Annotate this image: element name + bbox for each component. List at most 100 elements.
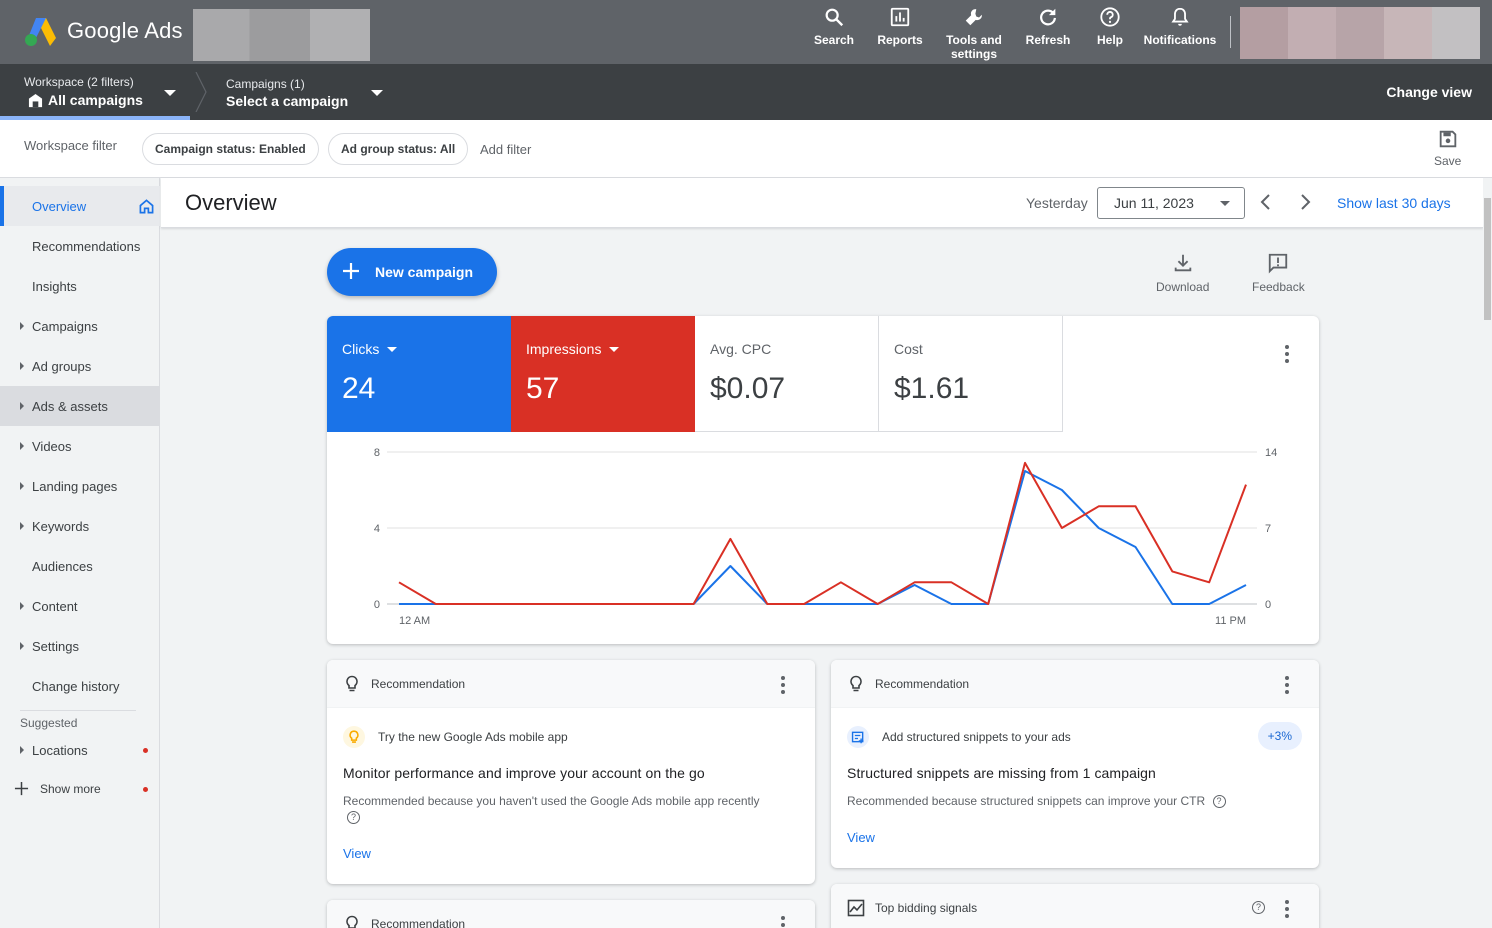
- user-account-redacted[interactable]: [1240, 7, 1480, 59]
- expand-arrow-icon: [20, 482, 24, 490]
- sidebar-item-keywords[interactable]: Keywords: [0, 506, 160, 546]
- plus-icon: [14, 781, 29, 796]
- recommendation-row: Add structured snippets to your ads: [847, 726, 1071, 748]
- refresh-icon: [1040, 8, 1056, 26]
- card-header: Recommendation: [327, 660, 815, 708]
- breadcrumb-chevron-icon: [195, 72, 207, 112]
- metric-clicks[interactable]: Clicks 24: [327, 316, 511, 432]
- expand-arrow-icon: [20, 522, 24, 530]
- y-right-tick-label: 14: [1265, 447, 1277, 459]
- more-options-icon[interactable]: [781, 676, 785, 694]
- campaign-dropdown-icon[interactable]: [371, 90, 383, 96]
- card-header-label: Recommendation: [875, 677, 970, 691]
- google-ads-logo[interactable]: [24, 16, 56, 46]
- nav-notifications[interactable]: Notifications: [1142, 6, 1218, 47]
- change-view-button[interactable]: Change view: [1386, 84, 1472, 100]
- bell-icon: [1171, 7, 1189, 26]
- expand-arrow-icon: [20, 442, 24, 450]
- caret-down-icon: [387, 346, 398, 352]
- sidebar-show-more[interactable]: Show more: [0, 769, 160, 809]
- sidebar-nav: Overview Recommendations Insights Campai…: [0, 178, 160, 928]
- plus-icon: [343, 263, 359, 279]
- more-options-icon[interactable]: [781, 916, 785, 928]
- filter-chip-ad-group-status[interactable]: Ad group status: All: [328, 133, 469, 165]
- sidebar-item-settings[interactable]: Settings: [0, 626, 160, 666]
- context-bar: Workspace (2 filters) All campaigns Camp…: [0, 64, 1492, 120]
- help-icon[interactable]: ?: [1252, 901, 1265, 914]
- filter-bar: Workspace filter Campaign status: Enable…: [0, 120, 1492, 178]
- sidebar-item-label: Ads & assets: [32, 398, 108, 414]
- date-value: Jun 11, 2023: [1114, 195, 1194, 211]
- sidebar-item-label: Campaigns: [32, 318, 98, 334]
- sidebar-item-content[interactable]: Content: [0, 586, 160, 626]
- trend-chart-icon: [847, 899, 865, 917]
- card-header: Recommendation: [831, 660, 1319, 708]
- top-bidding-signals-card: Top bidding signals ?: [831, 884, 1319, 928]
- lightbulb-icon: [850, 675, 862, 692]
- feedback-button[interactable]: Feedback: [1252, 252, 1305, 294]
- show-last-30-days-link[interactable]: Show last 30 days: [1337, 195, 1451, 211]
- scrollbar-thumb[interactable]: [1484, 198, 1491, 320]
- help-icon[interactable]: ?: [347, 811, 360, 825]
- filter-chip-campaign-status[interactable]: Campaign status: Enabled: [142, 133, 319, 165]
- card-header-label: Recommendation: [371, 677, 466, 691]
- ctr-uplift-badge: +3%: [1257, 722, 1302, 750]
- sidebar-item-campaigns[interactable]: Campaigns: [0, 306, 160, 346]
- new-campaign-button[interactable]: New campaign: [327, 248, 497, 296]
- sidebar-item-change-history[interactable]: Change history: [0, 666, 160, 706]
- nav-refresh-label: Refresh: [1025, 33, 1071, 47]
- recommendation-description: Recommended because structured snippets …: [847, 793, 1307, 809]
- recommendation-card-structured-snippets: Recommendation Add structured snippets t…: [831, 660, 1319, 868]
- previous-period-icon[interactable]: [1256, 192, 1276, 212]
- sidebar-item-label: Keywords: [32, 518, 90, 534]
- campaign-value: Select a campaign: [226, 93, 349, 109]
- metric-label-wrap: Impressions: [526, 341, 620, 357]
- more-options-icon[interactable]: [1285, 676, 1289, 694]
- date-picker[interactable]: Jun 11, 2023: [1097, 187, 1245, 219]
- ad-extension-icon: [847, 726, 869, 748]
- sidebar-item-videos[interactable]: Videos: [0, 426, 160, 466]
- nav-reports-label: Reports: [877, 33, 923, 47]
- help-icon[interactable]: ?: [1212, 795, 1226, 809]
- next-period-icon[interactable]: [1295, 192, 1315, 212]
- metric-impressions[interactable]: Impressions 57: [511, 316, 695, 432]
- metric-cost[interactable]: Cost $1.61: [879, 316, 1063, 432]
- sidebar-item-insights[interactable]: Insights: [0, 266, 160, 306]
- nav-divider: [1230, 16, 1231, 48]
- view-link[interactable]: View: [847, 830, 875, 845]
- feedback-icon: [1269, 253, 1288, 274]
- expand-arrow-icon: [20, 602, 24, 610]
- recommendation-desc-text: Recommended because you haven't used the…: [343, 794, 760, 808]
- sidebar-item-landing-pages[interactable]: Landing pages: [0, 466, 160, 506]
- sidebar-item-label: Videos: [32, 438, 72, 454]
- sidebar-item-label: Landing pages: [32, 478, 118, 494]
- save-button[interactable]: Save: [1434, 128, 1461, 168]
- sidebar-item-recommendations[interactable]: Recommendations: [0, 226, 160, 266]
- add-filter-button[interactable]: Add filter: [480, 142, 531, 157]
- nav-search[interactable]: Search: [814, 6, 854, 47]
- recommendation-title: Monitor performance and improve your acc…: [343, 765, 705, 781]
- download-button[interactable]: Download: [1156, 252, 1209, 294]
- nav-refresh[interactable]: Refresh: [1024, 6, 1072, 47]
- nav-tools-settings[interactable]: Tools and settings: [944, 6, 1004, 61]
- nav-help-label: Help: [1096, 33, 1123, 47]
- metric-label: Clicks: [342, 341, 380, 357]
- nav-help[interactable]: Help: [1094, 6, 1126, 47]
- workspace-filters-label: Workspace (2 filters): [24, 75, 134, 89]
- workspace-dropdown-icon[interactable]: [164, 90, 176, 96]
- sidebar-item-ads-assets[interactable]: Ads & assets: [0, 386, 160, 426]
- nav-reports[interactable]: Reports: [876, 6, 924, 47]
- account-info-redacted[interactable]: [193, 9, 370, 61]
- suggested-heading: Suggested: [20, 716, 78, 730]
- expand-arrow-icon: [20, 322, 24, 330]
- sidebar-item-audiences[interactable]: Audiences: [0, 546, 160, 586]
- sidebar-item-overview[interactable]: Overview: [0, 186, 160, 226]
- sidebar-item-locations[interactable]: Locations: [0, 730, 160, 770]
- sidebar-item-ad-groups[interactable]: Ad groups: [0, 346, 160, 386]
- sidebar-item-label: Settings: [32, 638, 79, 654]
- expand-arrow-icon: [20, 746, 24, 754]
- more-options-icon[interactable]: [1285, 900, 1289, 918]
- metric-avg-cpc[interactable]: Avg. CPC $0.07: [695, 316, 879, 432]
- more-options-icon[interactable]: [1285, 345, 1289, 363]
- view-link[interactable]: View: [343, 846, 371, 861]
